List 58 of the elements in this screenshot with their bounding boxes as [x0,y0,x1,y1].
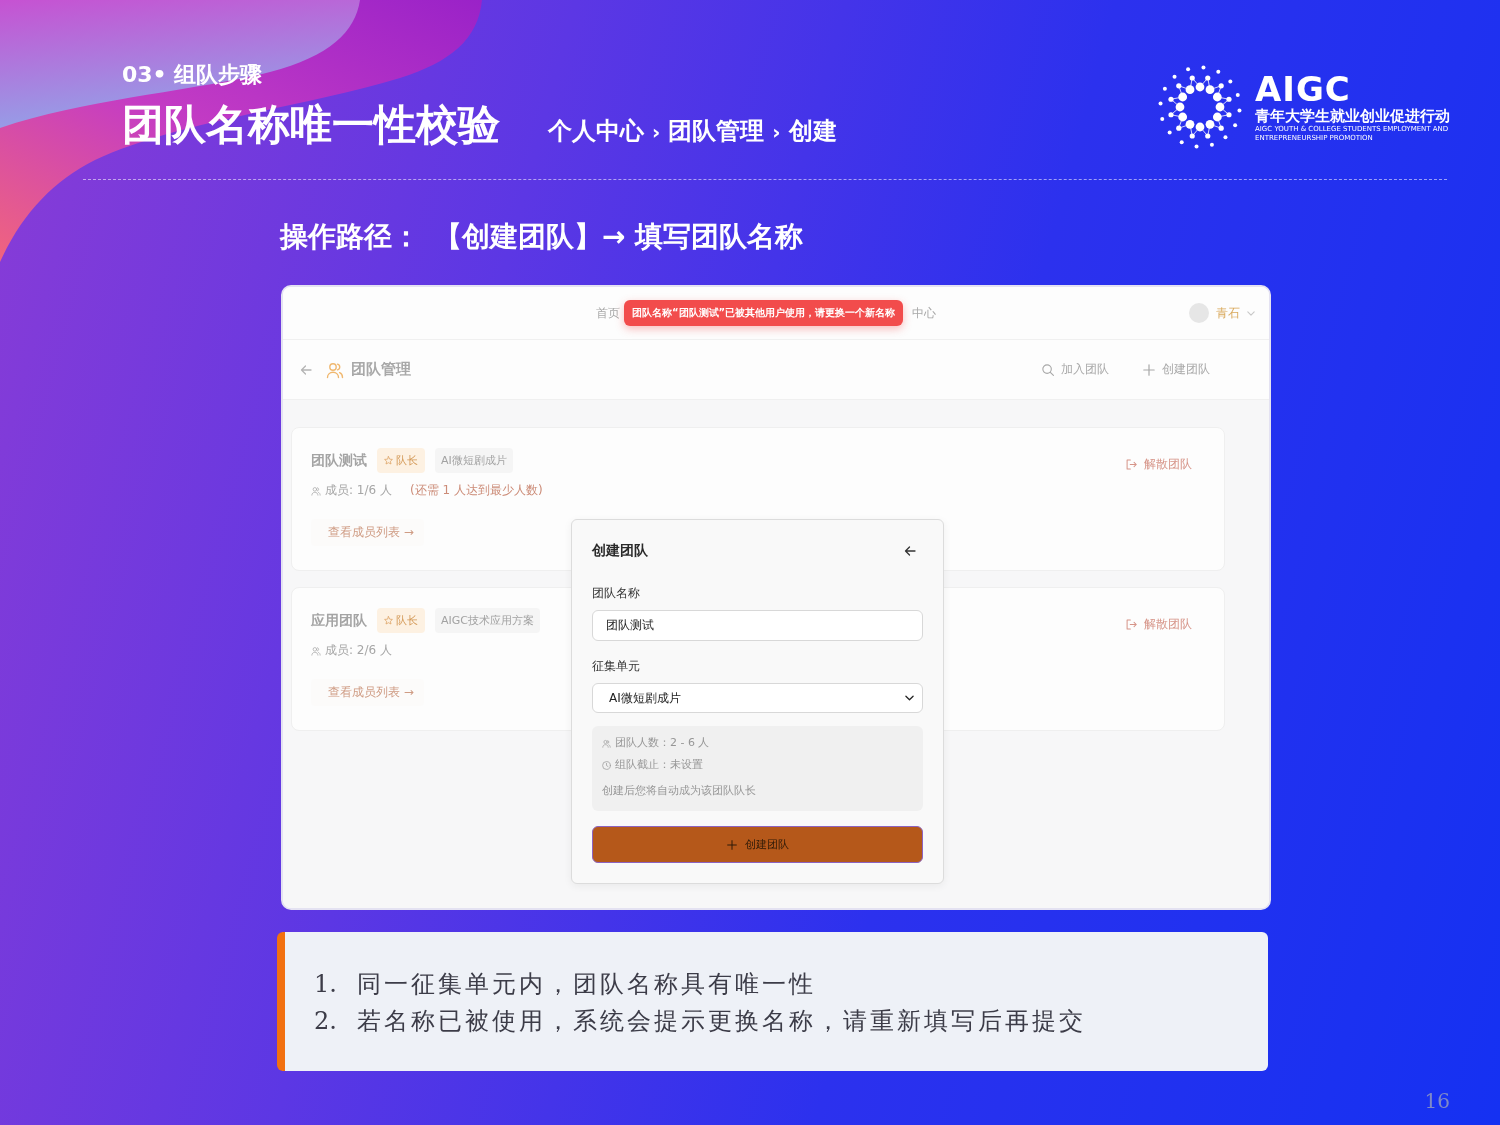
star-icon [384,616,393,625]
nav-link[interactable]: 首页 [596,304,620,322]
logo-wordmark: AIGC [1255,71,1351,106]
list-number: 1. [314,969,338,1000]
note-text: 若名称已被使用，系统会提示更换名称，请重新填写后再提交 [357,1006,1086,1037]
slide-title: 团队名称唯一性校验 [122,100,500,150]
join-team-button[interactable]: 加入团队 [1042,361,1109,378]
create-team-submit-button[interactable]: 创建团队 [592,826,923,863]
breadcrumb-item: 创建 [788,116,837,147]
role-label: 队长 [396,613,418,628]
page-title: 团队管理 [351,360,411,379]
info-text: 创建后您将自动成为该团队队长 [602,784,756,798]
path-label: 操作路径： [280,219,420,255]
search-icon [1042,363,1054,376]
unit-select[interactable]: AI微短剧成片 [592,683,923,713]
member-count: 成员: 2/6 人 [325,642,392,659]
chevron-down-icon[interactable] [1247,310,1255,316]
member-hint: (还需 1 人达到最少人数) [410,482,543,499]
info-text: 团队人数：2 - 6 人 [615,736,710,750]
nav-link[interactable]: 中心 [912,304,936,322]
breadcrumb-separator: › [772,120,781,144]
plus-icon [1143,363,1155,376]
dissolve-team-button[interactable]: 解散团队 [1126,456,1192,473]
dialog-title: 创建团队 [592,542,648,560]
logo-emblem-icon [1158,65,1242,149]
people-icon [602,738,611,748]
note-text: 同一征集单元内，团队名称具有唯一性 [357,969,816,1000]
back-arrow-icon[interactable] [904,545,916,557]
path-steps: 【创建团队】→ 填写团队名称 [434,219,804,255]
create-team-button[interactable]: 创建团队 [1143,361,1210,378]
dissolve-team-button[interactable]: 解散团队 [1126,616,1192,633]
team-name-input[interactable]: 团队测试 [592,610,923,641]
list-number: 2. [314,1006,338,1037]
team-name: 团队测试 [311,451,367,470]
logo-tagline: 青年大学生就业创业促进行动 [1255,106,1450,125]
info-text: 组队截止：未设置 [615,758,703,772]
breadcrumb-item: 个人中心 [548,116,644,147]
people-icon [311,485,321,496]
team-name: 应用团队 [311,611,367,630]
field-label: 征集单元 [592,659,641,673]
user-name[interactable]: 青石 [1216,304,1240,322]
page-number: 16 [1424,1089,1450,1113]
people-icon [311,645,321,656]
breadcrumb-separator: › [652,120,661,144]
people-icon [326,360,344,379]
logout-icon [1126,459,1137,470]
unit-tag: AI微短剧成片 [435,448,513,473]
role-label: 队长 [396,453,418,468]
error-toast: 团队名称“团队测试”已被其他用户使用，请更换一个新名称 [624,300,904,326]
star-icon [384,456,393,465]
clock-icon [602,760,611,770]
logout-icon [1126,619,1137,630]
breadcrumb-item: 团队管理 [668,116,765,147]
field-label: 团队名称 [592,586,641,600]
unit-tag: AIGC技术应用方案 [435,608,540,633]
chevron-down-icon [905,695,914,701]
member-count: 成员: 1/6 人 [325,482,392,499]
plus-icon [726,839,737,850]
